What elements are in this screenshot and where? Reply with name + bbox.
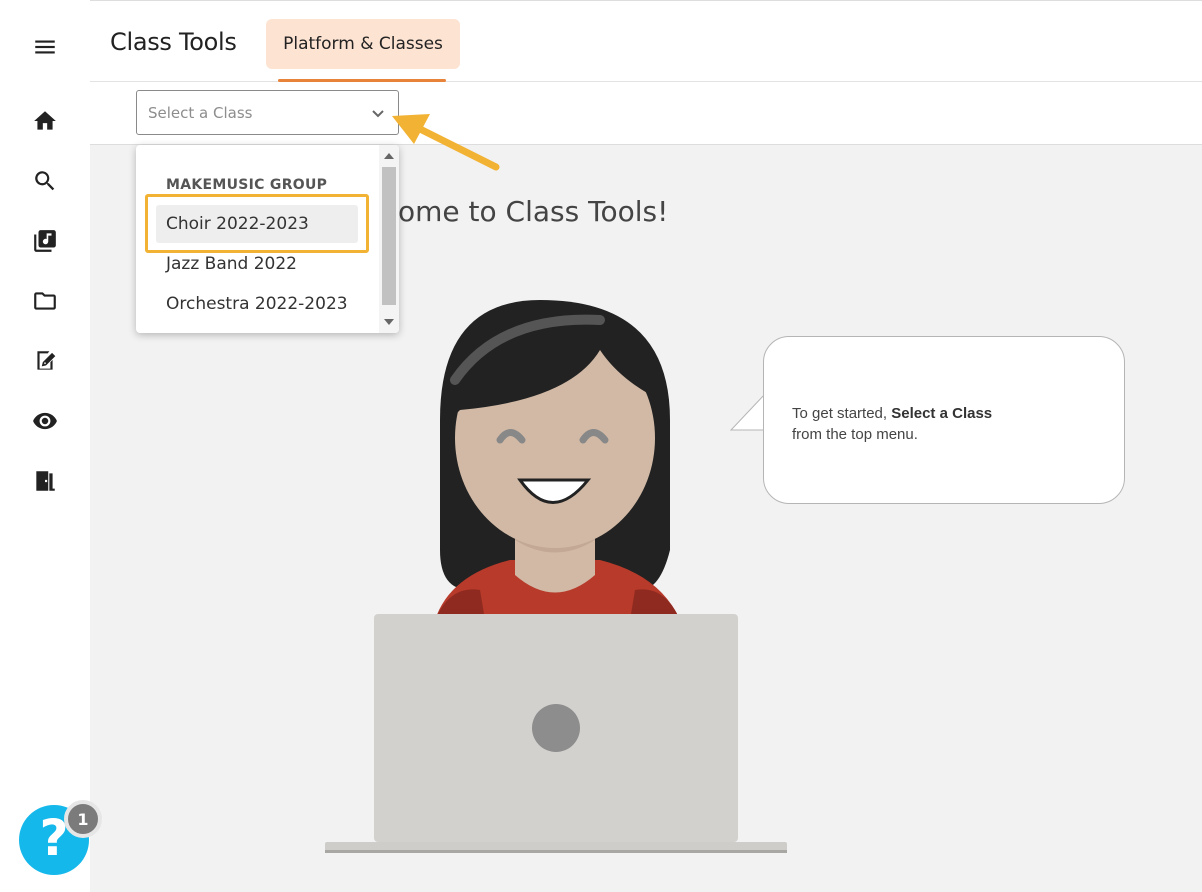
eye-icon[interactable]	[31, 407, 59, 435]
music-library-icon[interactable]	[31, 227, 59, 255]
scroll-down-icon[interactable]	[384, 319, 394, 325]
bubble-prefix: To get started,	[792, 405, 888, 422]
speech-bubble-text: To get started, Select a Class from the …	[792, 403, 992, 445]
folder-icon[interactable]	[31, 287, 59, 315]
menu-icon[interactable]	[31, 33, 59, 61]
sidebar	[0, 0, 90, 892]
dropdown-group-label: MAKEMUSIC GROUP	[166, 177, 328, 193]
notification-badge[interactable]: 1	[64, 800, 102, 838]
dropdown-option[interactable]: Orchestra 2022-2023	[156, 285, 358, 323]
home-icon[interactable]	[31, 107, 59, 135]
dropdown-option[interactable]: Jazz Band 2022	[156, 245, 358, 283]
bubble-suffix: from the top menu.	[792, 426, 918, 443]
class-select[interactable]: Select a Class	[136, 90, 399, 135]
class-select-dropdown: MAKEMUSIC GROUP Choir 2022-2023 Jazz Ban…	[136, 145, 399, 333]
class-select-row: Select a Class	[90, 82, 1202, 145]
scroll-up-icon[interactable]	[384, 153, 394, 159]
teacher-illustration	[325, 300, 787, 853]
assignment-icon[interactable]	[31, 347, 59, 375]
bubble-bold: Select a Class	[891, 405, 993, 422]
dropdown-scrollbar[interactable]	[379, 145, 399, 333]
app-title: Class Tools	[110, 28, 237, 56]
top-bar: Class Tools Platform & Classes	[90, 0, 1202, 82]
tab-platform-classes[interactable]: Platform & Classes	[266, 19, 460, 69]
search-icon[interactable]	[31, 167, 59, 195]
speech-bubble: To get started, Select a Class from the …	[763, 336, 1125, 504]
exit-door-icon[interactable]	[31, 467, 59, 495]
chevron-down-icon	[372, 110, 384, 118]
scroll-thumb[interactable]	[382, 167, 396, 305]
class-select-placeholder: Select a Class	[148, 104, 253, 122]
dropdown-option[interactable]: Choir 2022-2023	[156, 205, 358, 243]
